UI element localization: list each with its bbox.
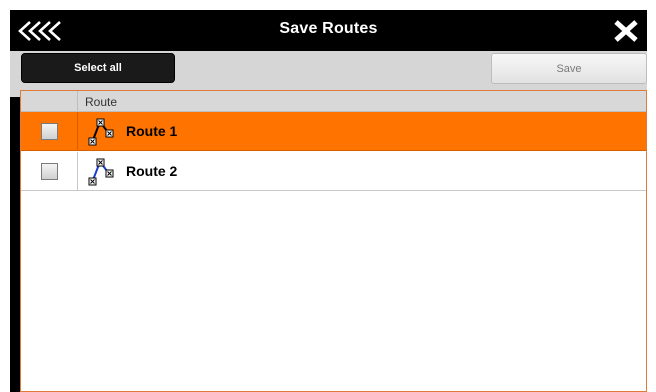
checkbox-cell (21, 152, 78, 190)
route-waypoints-icon (88, 158, 114, 186)
checkbox-cell (21, 112, 78, 150)
route-waypoints-icon (88, 118, 114, 146)
title-bar: Save Routes (10, 10, 647, 51)
table-header: Route (21, 91, 646, 112)
route-column-header: Route (85, 95, 118, 109)
table-row[interactable]: Route 2 (21, 152, 646, 191)
close-x-icon (614, 20, 638, 42)
save-routes-dialog: Save Routes Select all Save Route Route … (10, 10, 647, 392)
route-name: Route 2 (126, 163, 178, 179)
table-row[interactable]: Route 1 (21, 112, 646, 151)
dialog-title: Save Routes (279, 20, 378, 37)
route-name: Route 1 (126, 123, 178, 139)
row-checkbox[interactable] (41, 163, 58, 180)
close-button[interactable] (613, 19, 639, 43)
checkbox-column-header (21, 91, 78, 111)
routes-table: Route Route 1 Route 2 (20, 90, 647, 392)
select-all-button[interactable]: Select all (21, 53, 175, 83)
save-button[interactable]: Save (491, 53, 647, 84)
row-checkbox[interactable] (41, 123, 58, 140)
